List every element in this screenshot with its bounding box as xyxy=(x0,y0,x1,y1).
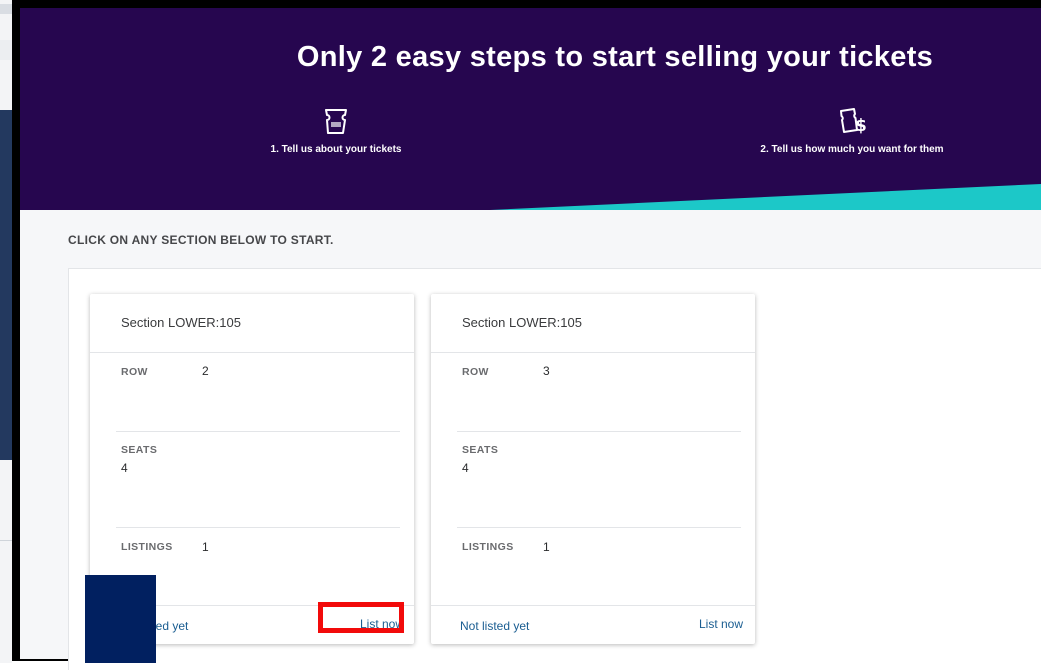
card-divider xyxy=(90,352,414,353)
svg-text:$: $ xyxy=(855,116,867,136)
row-label: ROW xyxy=(121,366,148,378)
step-1-label: 1. Tell us about your tickets xyxy=(270,144,402,155)
hero-title: Only 2 easy steps to start selling your … xyxy=(296,41,934,73)
listings-label: LISTINGS xyxy=(462,541,514,553)
seats-label: SEATS xyxy=(121,444,158,456)
listings-value: 1 xyxy=(543,540,550,554)
listing-status-link[interactable]: Not listed yet xyxy=(460,619,529,633)
card-divider xyxy=(116,527,400,528)
seats-value: 4 xyxy=(462,461,469,475)
hero-banner: Only 2 easy steps to start selling your … xyxy=(20,8,1041,210)
step-2-label: 2. Tell us how much you want for them xyxy=(760,144,944,155)
ticket-icon xyxy=(325,109,347,134)
list-now-button[interactable]: List now xyxy=(699,617,743,631)
background-page-content xyxy=(0,460,12,663)
background-page-header xyxy=(0,0,12,110)
row-value: 2 xyxy=(202,364,209,378)
row-label: ROW xyxy=(462,366,489,378)
listings-label: LISTINGS xyxy=(121,541,173,553)
seats-value: 4 xyxy=(121,461,128,475)
step-2: $ 2. Tell us how much you want for them xyxy=(732,106,972,155)
card-divider xyxy=(457,431,741,432)
background-bar xyxy=(0,40,12,60)
card-divider xyxy=(431,352,755,353)
instruction-text: CLICK ON ANY SECTION BELOW TO START. xyxy=(68,233,334,247)
card-divider xyxy=(457,527,741,528)
card-divider xyxy=(431,605,755,606)
row-value: 3 xyxy=(543,364,550,378)
step-1: 1. Tell us about your tickets xyxy=(246,106,426,155)
listings-value: 1 xyxy=(202,540,209,554)
card-divider xyxy=(116,431,400,432)
highlight-box xyxy=(318,602,404,633)
background-divider xyxy=(0,540,12,541)
occluding-block xyxy=(85,575,156,663)
background-page-sidebar xyxy=(0,110,12,460)
section-card[interactable]: Section LOWER:105 ROW 3 SEATS 4 LISTINGS… xyxy=(431,294,755,644)
background-bar xyxy=(0,4,12,14)
section-title: Section LOWER:105 xyxy=(462,315,582,330)
ticket-price-icon: $ xyxy=(840,108,867,136)
section-title: Section LOWER:105 xyxy=(121,315,241,330)
seats-label: SEATS xyxy=(462,444,499,456)
